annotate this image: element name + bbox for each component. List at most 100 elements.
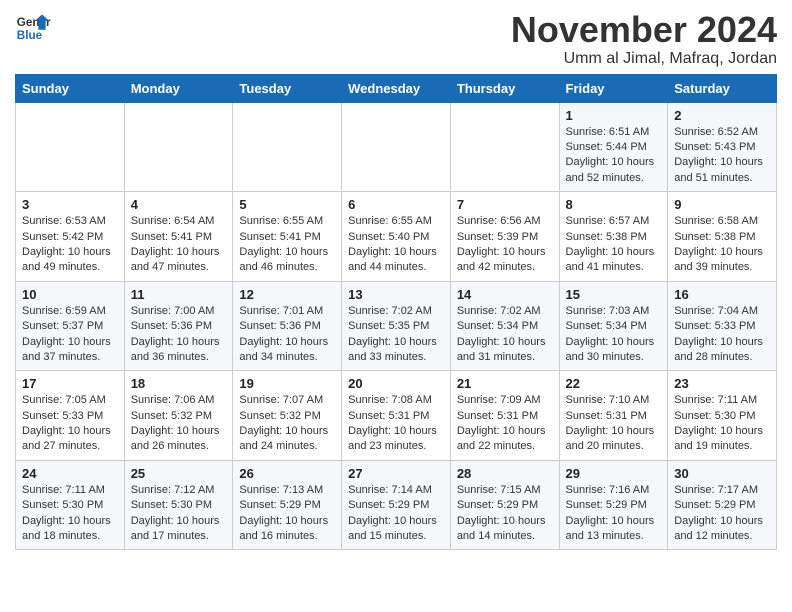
day-info: Sunrise: 7:14 AMSunset: 5:29 PMDaylight:… xyxy=(348,483,444,545)
day-number: 16 xyxy=(674,287,770,302)
day-info: Sunrise: 6:55 AMSunset: 5:41 PMDaylight:… xyxy=(239,214,335,276)
calendar-cell: 20 Sunrise: 7:08 AMSunset: 5:31 PMDayligh… xyxy=(342,371,451,461)
calendar-cell: 14 Sunrise: 7:02 AMSunset: 5:34 PMDayligh… xyxy=(450,281,559,371)
month-title: November 2024 xyxy=(511,10,777,50)
day-info: Sunrise: 7:09 AMSunset: 5:31 PMDaylight:… xyxy=(457,393,553,455)
logo: General Blue xyxy=(15,10,51,46)
day-number: 19 xyxy=(239,376,335,391)
day-info: Sunrise: 7:10 AMSunset: 5:31 PMDaylight:… xyxy=(566,393,662,455)
title-area: November 2024 Umm al Jimal, Mafraq, Jord… xyxy=(511,10,777,68)
day-info: Sunrise: 7:01 AMSunset: 5:36 PMDaylight:… xyxy=(239,304,335,366)
calendar-cell: 10 Sunrise: 6:59 AMSunset: 5:37 PMDayligh… xyxy=(16,281,125,371)
calendar-cell: 24Sunrise: 7:11 AMSunset: 5:30 PMDayligh… xyxy=(16,460,125,550)
calendar-cell: 1Sunrise: 6:51 AMSunset: 5:44 PMDaylight… xyxy=(559,102,668,192)
day-info: Sunrise: 7:11 AMSunset: 5:30 PMDaylight:… xyxy=(22,483,118,545)
week-row-3: 10 Sunrise: 6:59 AMSunset: 5:37 PMDayligh… xyxy=(16,281,777,371)
day-info: Sunrise: 6:52 AMSunset: 5:43 PMDaylight:… xyxy=(674,125,770,187)
calendar-cell: 12 Sunrise: 7:01 AMSunset: 5:36 PMDayligh… xyxy=(233,281,342,371)
day-info: Sunrise: 6:55 AMSunset: 5:40 PMDaylight:… xyxy=(348,214,444,276)
day-number: 14 xyxy=(457,287,553,302)
day-info: Sunrise: 6:58 AMSunset: 5:38 PMDaylight:… xyxy=(674,214,770,276)
calendar-cell: 7 Sunrise: 6:56 AMSunset: 5:39 PMDaylight… xyxy=(450,192,559,282)
svg-text:Blue: Blue xyxy=(17,29,43,42)
week-row-1: 1Sunrise: 6:51 AMSunset: 5:44 PMDaylight… xyxy=(16,102,777,192)
day-number: 27 xyxy=(348,466,444,481)
day-number: 22 xyxy=(566,376,662,391)
day-info: Sunrise: 7:02 AMSunset: 5:34 PMDaylight:… xyxy=(457,304,553,366)
calendar-cell: 15 Sunrise: 7:03 AMSunset: 5:34 PMDayligh… xyxy=(559,281,668,371)
day-info: Sunrise: 7:16 AMSunset: 5:29 PMDaylight:… xyxy=(566,483,662,545)
calendar-cell: 4Sunrise: 6:54 AMSunset: 5:41 PMDaylight… xyxy=(124,192,233,282)
calendar-cell xyxy=(124,102,233,192)
calendar-cell: 29Sunrise: 7:16 AMSunset: 5:29 PMDayligh… xyxy=(559,460,668,550)
day-info: Sunrise: 7:08 AMSunset: 5:31 PMDaylight:… xyxy=(348,393,444,455)
day-number: 17 xyxy=(22,376,118,391)
calendar-cell xyxy=(450,102,559,192)
week-row-4: 17 Sunrise: 7:05 AMSunset: 5:33 PMDayligh… xyxy=(16,371,777,461)
day-info: Sunrise: 7:04 AMSunset: 5:33 PMDaylight:… xyxy=(674,304,770,366)
calendar-cell: 30Sunrise: 7:17 AMSunset: 5:29 PMDayligh… xyxy=(668,460,777,550)
day-info: Sunrise: 7:13 AMSunset: 5:29 PMDaylight:… xyxy=(239,483,335,545)
day-number: 2 xyxy=(674,108,770,123)
day-number: 8 xyxy=(566,197,662,212)
logo-icon: General Blue xyxy=(15,10,51,46)
day-info: Sunrise: 6:53 AMSunset: 5:42 PMDaylight:… xyxy=(22,214,118,276)
day-number: 21 xyxy=(457,376,553,391)
day-number: 13 xyxy=(348,287,444,302)
calendar-cell: 16 Sunrise: 7:04 AMSunset: 5:33 PMDayligh… xyxy=(668,281,777,371)
calendar-cell: 3 Sunrise: 6:53 AMSunset: 5:42 PMDaylight… xyxy=(16,192,125,282)
weekday-header-monday: Monday xyxy=(124,74,233,102)
weekday-header-saturday: Saturday xyxy=(668,74,777,102)
day-number: 9 xyxy=(674,197,770,212)
calendar-cell xyxy=(342,102,451,192)
calendar-cell: 25 Sunrise: 7:12 AMSunset: 5:30 PMDayligh… xyxy=(124,460,233,550)
day-number: 10 xyxy=(22,287,118,302)
weekday-header-tuesday: Tuesday xyxy=(233,74,342,102)
calendar-cell: 5 Sunrise: 6:55 AMSunset: 5:41 PMDaylight… xyxy=(233,192,342,282)
header: General Blue November 2024 Umm al Jimal,… xyxy=(15,10,777,68)
day-number: 28 xyxy=(457,466,553,481)
day-info: Sunrise: 7:05 AMSunset: 5:33 PMDaylight:… xyxy=(22,393,118,455)
week-row-5: 24Sunrise: 7:11 AMSunset: 5:30 PMDayligh… xyxy=(16,460,777,550)
weekday-header-wednesday: Wednesday xyxy=(342,74,451,102)
day-info: Sunrise: 6:57 AMSunset: 5:38 PMDaylight:… xyxy=(566,214,662,276)
calendar-cell: 27 Sunrise: 7:14 AMSunset: 5:29 PMDayligh… xyxy=(342,460,451,550)
calendar-cell: 2 Sunrise: 6:52 AMSunset: 5:43 PMDaylight… xyxy=(668,102,777,192)
day-number: 6 xyxy=(348,197,444,212)
day-info: Sunrise: 7:06 AMSunset: 5:32 PMDaylight:… xyxy=(131,393,227,455)
calendar-cell: 8 Sunrise: 6:57 AMSunset: 5:38 PMDaylight… xyxy=(559,192,668,282)
calendar-cell xyxy=(233,102,342,192)
day-info: Sunrise: 6:56 AMSunset: 5:39 PMDaylight:… xyxy=(457,214,553,276)
day-info: Sunrise: 6:59 AMSunset: 5:37 PMDaylight:… xyxy=(22,304,118,366)
weekday-header-sunday: Sunday xyxy=(16,74,125,102)
calendar-cell: 11Sunrise: 7:00 AMSunset: 5:36 PMDayligh… xyxy=(124,281,233,371)
day-number: 4 xyxy=(131,197,227,212)
day-number: 23 xyxy=(674,376,770,391)
day-number: 15 xyxy=(566,287,662,302)
day-number: 25 xyxy=(131,466,227,481)
calendar-cell: 6 Sunrise: 6:55 AMSunset: 5:40 PMDaylight… xyxy=(342,192,451,282)
calendar-cell: 21 Sunrise: 7:09 AMSunset: 5:31 PMDayligh… xyxy=(450,371,559,461)
day-number: 30 xyxy=(674,466,770,481)
calendar-cell: 28Sunrise: 7:15 AMSunset: 5:29 PMDayligh… xyxy=(450,460,559,550)
calendar-cell: 22 Sunrise: 7:10 AMSunset: 5:31 PMDayligh… xyxy=(559,371,668,461)
day-info: Sunrise: 7:03 AMSunset: 5:34 PMDaylight:… xyxy=(566,304,662,366)
location-title: Umm al Jimal, Mafraq, Jordan xyxy=(511,50,777,68)
day-info: Sunrise: 7:11 AMSunset: 5:30 PMDaylight:… xyxy=(674,393,770,455)
calendar-cell xyxy=(16,102,125,192)
day-info: Sunrise: 7:00 AMSunset: 5:36 PMDaylight:… xyxy=(131,304,227,366)
calendar-cell: 13 Sunrise: 7:02 AMSunset: 5:35 PMDayligh… xyxy=(342,281,451,371)
weekday-header-friday: Friday xyxy=(559,74,668,102)
day-number: 7 xyxy=(457,197,553,212)
calendar-cell: 18Sunrise: 7:06 AMSunset: 5:32 PMDayligh… xyxy=(124,371,233,461)
day-info: Sunrise: 7:02 AMSunset: 5:35 PMDaylight:… xyxy=(348,304,444,366)
day-info: Sunrise: 7:12 AMSunset: 5:30 PMDaylight:… xyxy=(131,483,227,545)
day-number: 20 xyxy=(348,376,444,391)
calendar-cell: 26 Sunrise: 7:13 AMSunset: 5:29 PMDayligh… xyxy=(233,460,342,550)
day-number: 3 xyxy=(22,197,118,212)
day-number: 12 xyxy=(239,287,335,302)
day-number: 26 xyxy=(239,466,335,481)
day-number: 5 xyxy=(239,197,335,212)
weekday-header-thursday: Thursday xyxy=(450,74,559,102)
week-row-2: 3 Sunrise: 6:53 AMSunset: 5:42 PMDaylight… xyxy=(16,192,777,282)
